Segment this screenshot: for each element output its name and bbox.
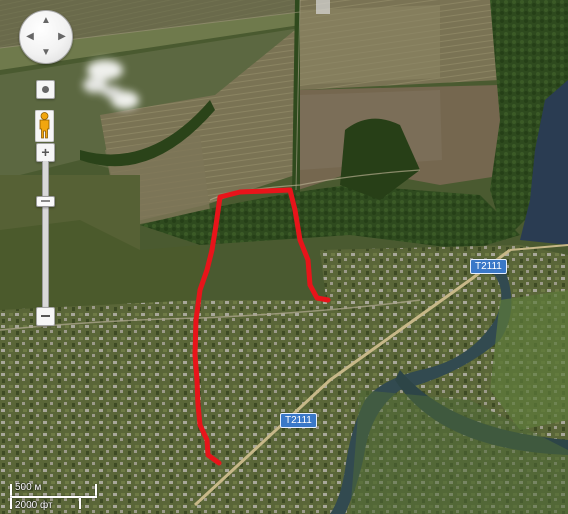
pan-center [40,31,52,43]
scale-tick [10,498,12,509]
chevron-up-icon[interactable]: ▲ [39,14,53,28]
scale-tick [10,484,12,496]
chevron-right-icon[interactable]: ▶ [55,30,69,44]
scale-tick [95,484,97,496]
pan-control[interactable]: ▲ ▼ ◀ ▶ [19,10,73,64]
scale-metric-label: 500 м [15,482,42,493]
scale-line [10,496,97,498]
zoom-out-button[interactable] [36,307,55,326]
satellite-imagery[interactable] [0,0,568,514]
scale-bar: 500 м 2000 фт [6,480,106,514]
chevron-down-icon[interactable]: ▼ [39,46,53,60]
scale-imperial-label: 2000 фт [15,500,53,511]
scale-tick [79,498,81,509]
road-shield-t2111-south: T2111 [280,413,317,428]
map-view[interactable]: ▲ ▼ ◀ ▶ + T2111 T2111 500 м 2000 фт [0,0,568,514]
zoom-in-button[interactable]: + [36,143,55,162]
zoom-slider-handle[interactable] [36,196,55,208]
road-shield-t2111-north: T2111 [470,259,507,274]
dot-icon [42,86,49,93]
reset-view-button[interactable] [36,80,55,99]
chevron-left-icon[interactable]: ◀ [23,30,37,44]
pegman-icon[interactable] [34,109,55,143]
zoom-slider-track[interactable] [42,161,49,307]
